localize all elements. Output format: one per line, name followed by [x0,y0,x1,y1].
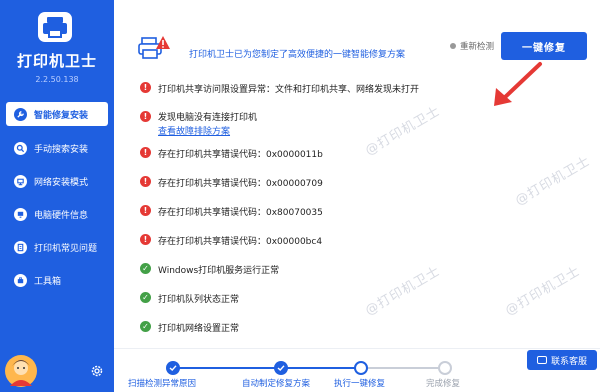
rescan-icon [450,43,456,49]
network-icon [14,174,27,188]
step-connector [286,367,356,369]
one-click-fix-button[interactable]: 一键修复 [501,32,587,60]
printer-warning-icon [138,36,170,59]
sidebar-item-network-install[interactable]: 网络安装模式 [6,169,108,193]
app-version: 2.2.50.138 [35,75,79,84]
watermark: @打印机卫士 [502,263,584,319]
list-item: ✓ 打印机队列状态正常 [140,292,239,305]
list-item: ! 存在打印机共享错误代码：0x80070035 [140,205,323,218]
sidebar-item-faq[interactable]: 打印机常见问题 [6,235,108,259]
watermark: @打印机卫士 [362,263,444,319]
sidebar-item-label: 打印机常见问题 [34,243,98,254]
annotation-arrow-icon [494,62,542,106]
contact-label: 联系客服 [550,356,587,367]
chat-icon [536,356,547,364]
error-icon: ! [140,147,151,158]
list-item: ! 存在打印机共享错误代码：0x00000bc4 [140,234,322,247]
error-icon: ! [140,234,151,245]
error-icon: ! [140,82,151,93]
check-icon: ✓ [140,263,151,274]
app-logo [38,12,72,42]
result-text: 打印机队列状态正常 [158,295,240,305]
result-text: 发现电脑没有连接打印机 [158,113,258,123]
step-label: 执行一键修复 [334,379,386,389]
step-pending-icon [438,361,452,375]
sidebar-item-toolbox[interactable]: 工具箱 [6,268,108,292]
result-text: 打印机共享访问限设置异常：文件和打印机共享、网络发现未打开 [158,85,420,95]
sidebar-item-label: 智能修复安装 [34,110,89,121]
step-current-icon [354,361,368,375]
contact-support-button[interactable]: 联系客服 [527,350,597,370]
avatar[interactable] [4,354,38,388]
sidebar-item-label: 电脑硬件信息 [34,210,89,221]
result-text: 打印机网络设置正常 [158,324,240,334]
watermark: @打印机卫士 [362,103,444,159]
error-icon: ! [140,205,151,216]
result-text: 存在打印机共享错误代码：0x0000011b [158,150,323,160]
divider [114,348,600,349]
sidebar-item-label: 工具箱 [34,276,62,287]
step-label: 完成修复 [426,379,461,389]
app-title: 打印机卫士 [16,52,97,70]
step-label: 自动制定修复方案 [242,379,311,389]
result-text: 存在打印机共享错误代码：0x00000bc4 [158,237,323,247]
sidebar-item-manual-search[interactable]: 手动搜索安装 [6,136,108,160]
check-icon: ✓ [140,321,151,332]
sidebar-item-smart-repair[interactable]: 智能修复安装 [6,102,108,126]
sidebar: 打印机卫士 2.2.50.138 智能修复安装 手动搜索安装 网络安装模式 电脑… [0,0,114,392]
step-connector [173,367,277,369]
result-text: Windows打印机服务运行正常 [158,266,280,276]
sidebar-item-hardware-info[interactable]: 电脑硬件信息 [6,202,108,226]
step-connector [366,367,446,369]
list-item: ! 发现电脑没有连接打印机 查看故障排除方案 [140,111,257,139]
sidebar-item-label: 网络安装模式 [34,177,89,188]
help-icon [14,240,27,254]
troubleshoot-link[interactable]: 查看故障排除方案 [158,125,257,139]
header-message: 打印机卫士已为您制定了高效便捷的一键智能修复方案 [189,50,406,60]
check-icon: ✓ [140,292,151,303]
gear-icon[interactable] [90,364,104,378]
result-text: 存在打印机共享错误代码：0x00000709 [158,179,323,189]
list-item: ✓ 打印机网络设置正常 [140,321,239,334]
error-icon: ! [140,111,151,122]
list-item: ! 存在打印机共享错误代码：0x0000011b [140,147,323,160]
watermark: @打印机卫士 [512,153,594,209]
computer-icon [14,207,27,221]
step-done-icon [274,361,288,375]
step-done-icon [166,361,180,375]
list-item: ✓ Windows打印机服务运行正常 [140,263,279,276]
error-icon: ! [140,176,151,187]
list-item: ! 存在打印机共享错误代码：0x00000709 [140,176,323,189]
result-text: 存在打印机共享错误代码：0x80070035 [158,208,323,218]
wrench-icon [14,107,27,121]
rescan-button[interactable]: 重新检测 [450,40,494,52]
sidebar-item-label: 手动搜索安装 [34,144,89,155]
search-icon [14,141,27,155]
rescan-label: 重新检测 [460,42,495,52]
list-item: ! 打印机共享访问限设置异常：文件和打印机共享、网络发现未打开 [140,82,419,95]
step-label: 扫描检测异常原因 [128,379,197,389]
toolbox-icon [14,273,27,287]
